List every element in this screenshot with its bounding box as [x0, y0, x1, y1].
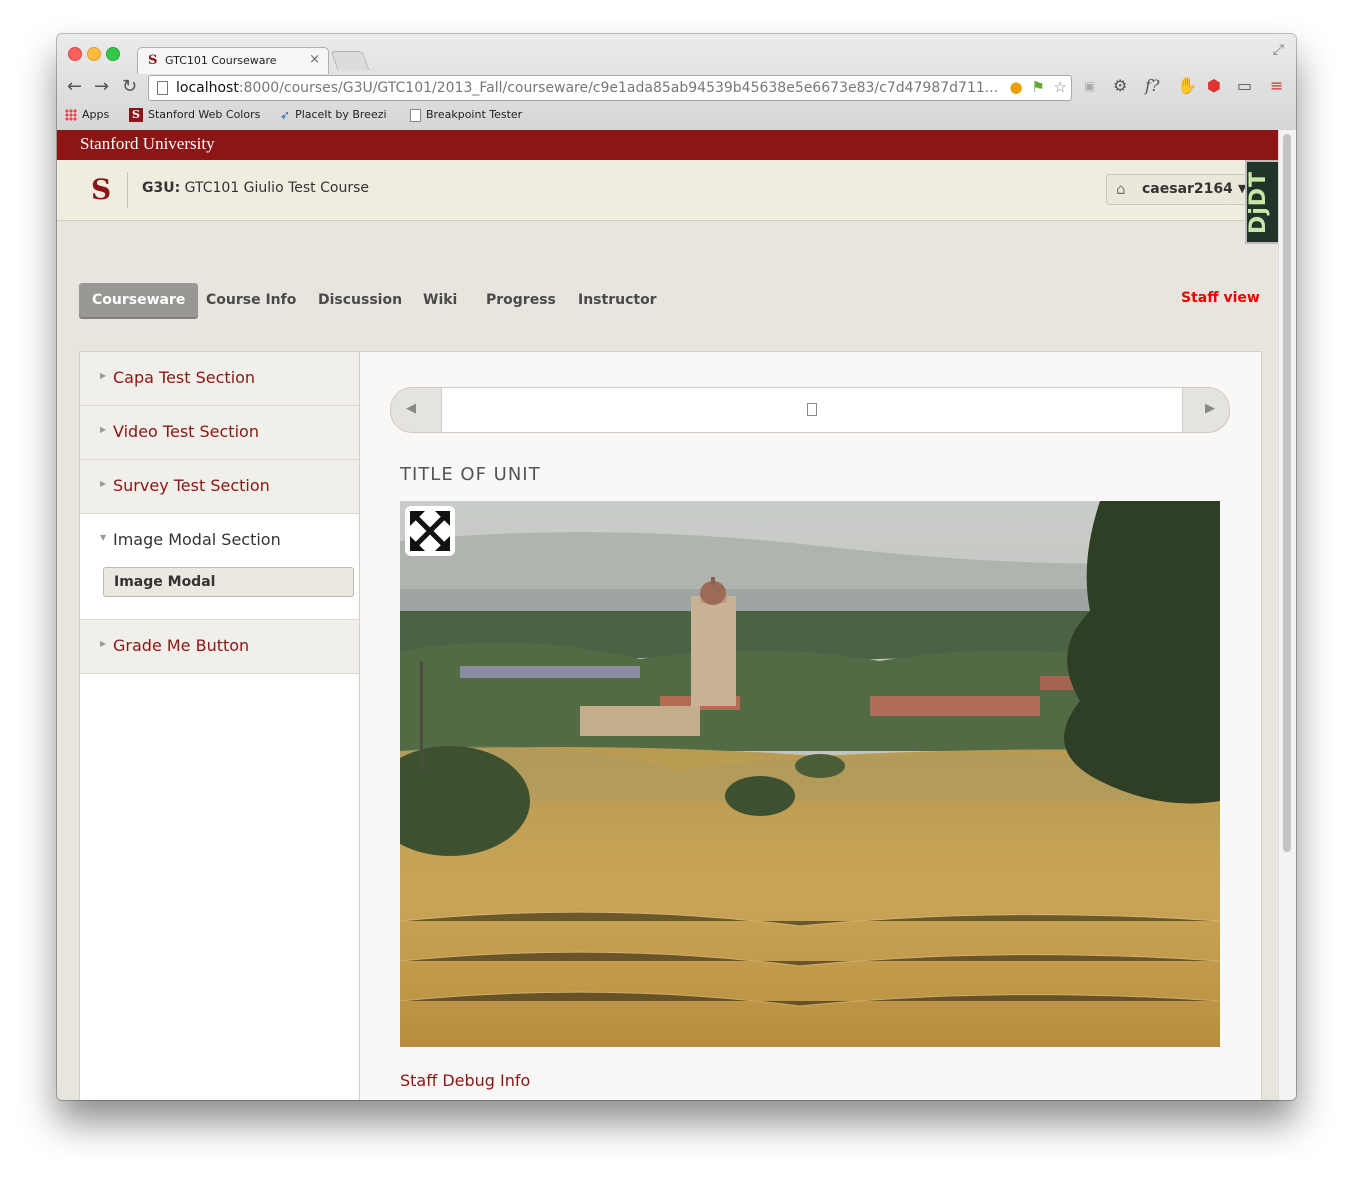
scrollbar-thumb[interactable]	[1283, 134, 1291, 852]
menu-icon[interactable]: ≡	[1270, 76, 1283, 95]
scrollbar[interactable]	[1278, 130, 1296, 1100]
chapter-survey-test-section[interactable]: ▶ Survey Test Section	[80, 460, 359, 514]
chevron-right-icon: ▶	[100, 425, 107, 434]
staff-view-link[interactable]: Staff view	[1181, 290, 1260, 306]
apps-grid-icon	[65, 109, 77, 121]
stanford-campus-photo	[400, 501, 1220, 1047]
tab-close-icon[interactable]: ×	[309, 52, 320, 67]
chapter-label: Grade Me Button	[113, 636, 250, 655]
fullscreen-expand-button[interactable]	[405, 506, 455, 556]
hand-extension-icon[interactable]: ✋	[1177, 76, 1197, 95]
shield-extension-icon[interactable]: ●	[1009, 78, 1022, 96]
zoom-window-button[interactable]	[106, 47, 120, 61]
forward-arrow-icon[interactable]: →	[94, 76, 109, 97]
bookmark-stanford-web-colors[interactable]: S Stanford Web Colors	[129, 108, 260, 122]
home-icon: ⌂	[1116, 180, 1126, 198]
sequence-units	[441, 388, 1183, 432]
cast-extension-icon[interactable]: ▭	[1237, 76, 1252, 95]
chapter-label: Image Modal Section	[113, 530, 281, 549]
chapter-label: Survey Test Section	[113, 476, 270, 495]
tab-courseware[interactable]: Courseware	[79, 283, 199, 319]
next-arrow-icon[interactable]: ▶	[1205, 401, 1215, 416]
back-arrow-icon[interactable]: ←	[67, 76, 82, 97]
stanford-logo[interactable]: S	[91, 175, 113, 205]
unit-title: TITLE OF UNIT	[400, 464, 541, 485]
browser-tab[interactable]: S GTC101 Courseware ×	[137, 47, 329, 74]
university-bar: Stanford University	[57, 130, 1279, 160]
course-content: ◀ ▶ TITLE OF UNIT Staff Debug Info	[360, 352, 1260, 1100]
university-title[interactable]: Stanford University	[80, 134, 215, 154]
tab-course-info[interactable]: Course Info	[206, 283, 296, 319]
bookmark-apps[interactable]: Apps	[65, 108, 109, 121]
tab-discussion[interactable]: Discussion	[318, 283, 402, 319]
user-dashboard-link[interactable]: ⌂ caesar2164	[1106, 174, 1234, 205]
stanford-favicon-icon: S	[148, 53, 158, 68]
campus-image[interactable]	[400, 501, 1220, 1047]
linkedin-extension-icon[interactable]: ▣	[1084, 79, 1095, 93]
chapter-video-test-section[interactable]: ▶ Video Test Section	[80, 406, 359, 460]
chapter-capa-test-section[interactable]: ▶ Capa Test Section	[80, 352, 359, 406]
stanford-s-icon: S	[129, 108, 143, 122]
reload-icon[interactable]: ↻	[122, 76, 137, 97]
chevron-right-icon: ▶	[100, 639, 107, 648]
flag-extension-icon[interactable]: ⚑	[1031, 78, 1044, 96]
tab-progress[interactable]: Progress	[486, 283, 556, 319]
tab-title: GTC101 Courseware	[165, 54, 277, 67]
bird-icon: ➶	[280, 108, 291, 122]
chevron-down-icon: ▼	[100, 533, 107, 542]
address-bar[interactable]: localhost:8000/courses/G3U/GTC101/2013_F…	[148, 75, 1072, 101]
url-text: localhost:8000/courses/G3U/GTC101/2013_F…	[176, 80, 999, 96]
document-icon	[410, 108, 421, 122]
bookmark-placeit[interactable]: ➶ PlaceIt by Breezi	[280, 108, 387, 122]
courseware-panel: ▶ Capa Test Section ▶ Video Test Section…	[79, 351, 1262, 1100]
function-extension-icon[interactable]: f?	[1145, 76, 1160, 95]
course-header: S G3U: GTC101 Giulio Test Course ⌂ caesa…	[57, 160, 1279, 221]
chapter-image-modal-section[interactable]: ▼ Image Modal Section Image Modal	[80, 514, 359, 620]
previous-arrow-icon[interactable]: ◀	[406, 401, 416, 416]
tab-wiki[interactable]: Wiki	[423, 283, 457, 319]
staff-debug-link[interactable]: Staff Debug Info	[400, 1071, 530, 1090]
bookmark-breakpoint-tester[interactable]: Breakpoint Tester	[410, 108, 522, 122]
chapter-grade-me-button[interactable]: ▶ Grade Me Button	[80, 620, 359, 674]
browser-toolbar: S GTC101 Courseware × ⤢ ← → ↻ localhost:…	[57, 34, 1296, 131]
chevron-right-icon: ▶	[100, 371, 107, 380]
chevron-right-icon: ▶	[100, 479, 107, 488]
close-window-button[interactable]	[68, 47, 82, 61]
gear-extension-icon[interactable]: ⚙	[1113, 76, 1127, 95]
tab-instructor[interactable]: Instructor	[578, 283, 657, 319]
divider	[127, 172, 128, 208]
fullscreen-icon[interactable]: ⤢	[1273, 42, 1284, 58]
course-navigation-sidebar: ▶ Capa Test Section ▶ Video Test Section…	[80, 352, 360, 1100]
course-title: G3U: GTC101 Giulio Test Course	[142, 180, 369, 196]
expand-arrows-icon	[410, 511, 450, 551]
page-icon	[157, 81, 168, 95]
section-label: Image Modal	[114, 574, 216, 590]
browser-window: S GTC101 Courseware × ⤢ ← → ↻ localhost:…	[57, 34, 1296, 1100]
page-content: Stanford University S G3U: GTC101 Giulio…	[57, 130, 1281, 1100]
section-image-modal[interactable]: Image Modal	[103, 567, 354, 597]
adblock-extension-icon[interactable]: ⬢	[1207, 76, 1221, 95]
minimize-window-button[interactable]	[87, 47, 101, 61]
django-debug-toolbar-handle[interactable]: DjDT	[1245, 160, 1281, 244]
username: caesar2164	[1142, 181, 1233, 197]
sequence-navigation: ◀ ▶	[390, 387, 1230, 433]
chapter-label: Capa Test Section	[113, 368, 256, 387]
unit-document-icon[interactable]	[807, 403, 817, 416]
new-tab-button[interactable]	[330, 51, 370, 70]
bookmark-star-icon[interactable]: ☆	[1054, 78, 1067, 96]
chapter-label: Video Test Section	[113, 422, 259, 441]
